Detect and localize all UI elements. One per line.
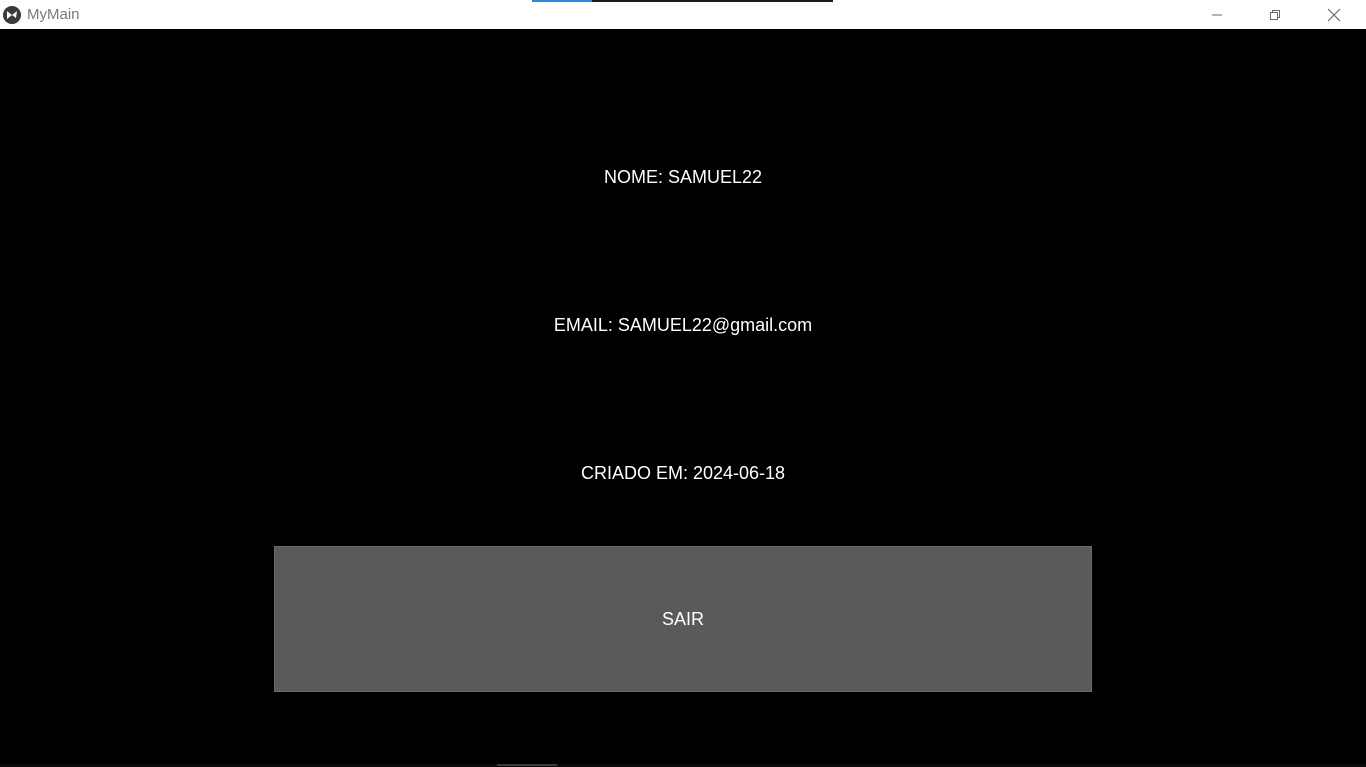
close-icon xyxy=(1327,8,1341,21)
app-window: MyMain NOME: SAMUEL22 EMAIL: SAMUEL22@gm… xyxy=(0,0,1366,767)
kivy-logo-icon xyxy=(3,6,21,24)
profile-name-label: NOME: SAMUEL22 xyxy=(603,167,763,187)
restore-icon xyxy=(1270,9,1280,20)
profile-created-date-label: CRIADO EM: 2024-06-18 xyxy=(580,463,786,483)
close-button[interactable] xyxy=(1305,0,1363,29)
minimize-button[interactable] xyxy=(1188,0,1246,29)
exit-button-label: SAIR xyxy=(661,608,704,629)
window-title: MyMain xyxy=(27,6,80,23)
loading-progress-fill xyxy=(532,0,593,2)
exit-button[interactable]: SAIR xyxy=(274,546,1092,692)
profile-email-label: EMAIL: SAMUEL22@gmail.com xyxy=(553,315,813,335)
loading-progress-bar xyxy=(532,0,833,2)
minimize-icon xyxy=(1212,14,1222,15)
restore-button[interactable] xyxy=(1246,0,1304,29)
title-bar[interactable]: MyMain xyxy=(0,0,1366,29)
bottom-scroll-indicator xyxy=(497,764,557,766)
